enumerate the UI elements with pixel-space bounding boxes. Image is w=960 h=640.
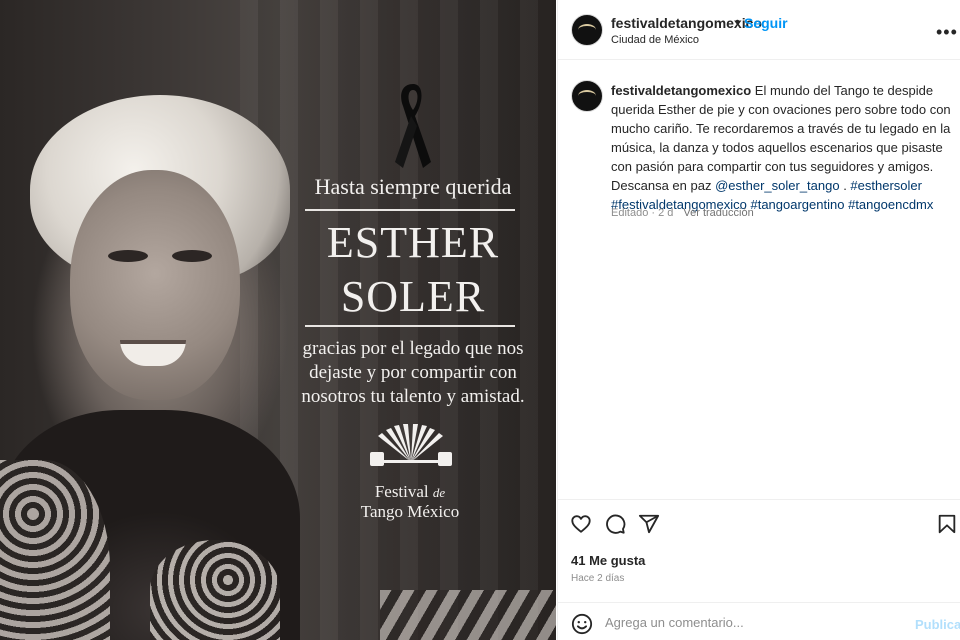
image-tribute: gracias por el legado que nos dejaste y …: [301, 338, 525, 407]
hashtag-esthersoler[interactable]: #esthersoler: [850, 178, 922, 193]
hashtag-tangoencdmx[interactable]: #tangoencdmx: [848, 197, 933, 212]
photo-eye-left: [108, 250, 148, 262]
header-avatar[interactable]: [571, 14, 603, 46]
share-icon[interactable]: [638, 513, 660, 535]
bookmark-icon[interactable]: [936, 513, 958, 535]
translate-link[interactable]: Ver traducción: [683, 207, 753, 219]
post-time: Hace 2 días: [571, 573, 625, 584]
more-options-icon[interactable]: •••: [936, 22, 958, 43]
post-image[interactable]: Hasta siempre querida ESTHER SOLER graci…: [0, 0, 556, 640]
heart-icon[interactable]: [570, 513, 592, 535]
photo-foreground: [380, 590, 556, 640]
photo-scarf-lower: [150, 540, 280, 640]
comment-icon[interactable]: [604, 513, 626, 535]
caption-separator: .: [839, 178, 851, 193]
mourning-ribbon-icon: [395, 84, 431, 168]
comment-bar: Publicar: [558, 603, 960, 640]
image-divider-top: [305, 209, 515, 211]
photo-eye-right: [172, 250, 212, 262]
likes-count[interactable]: 41 Me gusta: [571, 553, 645, 568]
emoji-icon[interactable]: [571, 613, 593, 635]
logo-line1: Festival: [374, 482, 429, 501]
comment-input[interactable]: [603, 614, 907, 631]
caption-mention[interactable]: @esther_soler_tango: [715, 178, 840, 193]
festival-logo-text: Festival de Tango México: [340, 482, 480, 521]
header-location[interactable]: Ciudad de México: [611, 34, 699, 46]
header-divider: [558, 59, 960, 60]
image-name-last: SOLER: [340, 272, 486, 321]
image-headline: Hasta siempre querida: [314, 174, 512, 199]
caption-avatar[interactable]: [571, 80, 603, 112]
caption-meta: Editado · 2 d Ver traducción: [611, 207, 754, 219]
caption-text: festivaldetangomexico El mundo del Tango…: [611, 81, 951, 214]
header-separator: •: [735, 13, 740, 29]
caption-username[interactable]: festivaldetangomexico: [611, 83, 751, 98]
image-name-first: ESTHER: [326, 218, 500, 267]
bandoneon-fan-logo-icon: [370, 424, 452, 466]
image-divider-bottom: [305, 325, 515, 327]
publish-button[interactable]: Publicar: [915, 617, 960, 632]
post-panel: festivaldetangomexico • Seguir Ciudad de…: [557, 0, 960, 640]
logo-de: de: [432, 485, 446, 500]
edited-time: Editado · 2 d: [611, 207, 674, 219]
caption-body: El mundo del Tango te despide querida Es…: [611, 83, 951, 193]
hashtag-tangoargentino[interactable]: #tangoargentino: [750, 197, 844, 212]
actions-divider: [558, 499, 960, 500]
logo-line2: Tango México: [360, 502, 460, 521]
follow-button[interactable]: Seguir: [744, 15, 788, 31]
